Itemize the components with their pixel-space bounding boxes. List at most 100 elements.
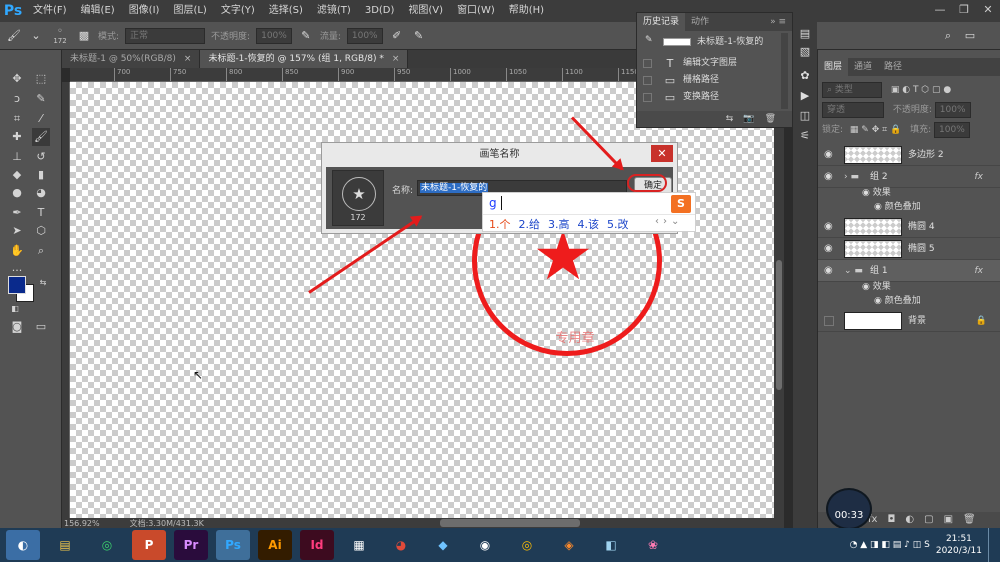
layer-group-row-selected[interactable]: ◉ ⌄ ▬ 组 1 fx xyxy=(818,260,1000,282)
delete-layer-icon[interactable]: 🗑 xyxy=(963,512,976,528)
move-tool-icon[interactable]: ✥ xyxy=(8,70,26,88)
clock[interactable]: 21:51 2020/3/11 xyxy=(936,533,982,557)
eye-icon[interactable]: ◉ xyxy=(824,238,833,260)
brush-preset-picker[interactable]: ◦ 172 xyxy=(50,26,70,45)
tab-channels[interactable]: 通道 xyxy=(848,58,878,76)
layer-row[interactable]: ◉ 椭圆 4 xyxy=(818,216,1000,238)
eye-icon[interactable]: ◉ xyxy=(862,188,873,198)
chevron-down-icon[interactable]: ⌄ xyxy=(28,28,44,44)
menu-window[interactable]: 窗口(W) xyxy=(450,0,502,22)
lock-icons[interactable]: ▦ ✎ ✥ ⌗ 🔒 xyxy=(850,125,901,135)
default-colors-icon[interactable]: ◧ xyxy=(6,300,24,318)
clone-stamp-tool-icon[interactable]: ⊥ xyxy=(8,148,26,166)
screen-mode-icon[interactable]: ▭ xyxy=(32,318,50,336)
app-icon[interactable]: ❀ xyxy=(636,530,670,560)
history-source-checkbox[interactable] xyxy=(643,93,652,102)
next-page-icon[interactable]: › xyxy=(663,216,667,227)
eye-icon[interactable]: ◉ xyxy=(824,260,833,282)
menu-image[interactable]: 图像(I) xyxy=(122,0,167,22)
menu-help[interactable]: 帮助(H) xyxy=(502,0,551,22)
effects-row[interactable]: ◉ 效果 xyxy=(862,186,891,200)
prev-page-icon[interactable]: ‹ xyxy=(655,216,659,227)
minimize-button[interactable]: — xyxy=(928,0,952,22)
pen-tool-icon[interactable]: ✒ xyxy=(8,204,26,222)
layer-opacity-input[interactable]: 100% xyxy=(934,102,971,118)
gradient-tool-icon[interactable]: ▮ xyxy=(32,166,50,184)
path-select-tool-icon[interactable]: ➤ xyxy=(8,222,26,240)
start-button-icon[interactable]: ◐ xyxy=(6,530,40,560)
swap-colors-icon[interactable]: ⇆ xyxy=(34,274,52,292)
eye-icon[interactable]: ◉ xyxy=(874,202,885,212)
history-item[interactable]: T 编辑文字图层 xyxy=(637,55,792,72)
quick-mask-icon[interactable]: ◙ xyxy=(8,318,26,336)
menu-layer[interactable]: 图层(L) xyxy=(166,0,213,22)
foreground-color-swatch[interactable] xyxy=(8,276,26,294)
menu-select[interactable]: 选择(S) xyxy=(262,0,310,22)
brush-panel-icon[interactable]: ✿ xyxy=(797,68,813,84)
add-mask-icon[interactable]: ◘ xyxy=(887,512,895,528)
history-brush-source-icon[interactable]: ✎ xyxy=(645,35,655,45)
blur-tool-icon[interactable]: ● xyxy=(8,184,26,202)
qq-icon[interactable]: ◉ xyxy=(468,530,502,560)
menu-type[interactable]: 文字(Y) xyxy=(214,0,262,22)
blend-mode-select[interactable]: 穿透 xyxy=(822,102,884,118)
indesign-icon[interactable]: Id xyxy=(300,530,334,560)
maximize-button[interactable]: ❐ xyxy=(952,0,976,22)
close-window-button[interactable]: ✕ xyxy=(976,0,1000,22)
actions-play-icon[interactable]: ▶ xyxy=(797,88,813,104)
new-snapshot-icon[interactable]: 📷 xyxy=(743,111,754,127)
doc-tab[interactable]: 未标题-1 @ 50%(RGB/8) × xyxy=(62,50,201,68)
explorer-icon[interactable]: ▤ xyxy=(48,530,82,560)
show-desktop-button[interactable] xyxy=(988,528,992,562)
lasso-tool-icon[interactable]: ↄ xyxy=(8,90,26,108)
tab-actions[interactable]: 动作 xyxy=(685,13,715,31)
horizontal-scroll-thumb[interactable] xyxy=(440,519,580,527)
new-document-from-state-icon[interactable]: ⇆ xyxy=(726,111,734,127)
quick-select-tool-icon[interactable]: ✎ xyxy=(32,90,50,108)
close-icon[interactable]: × xyxy=(184,54,192,64)
effects-row[interactable]: ◉ 效果 xyxy=(862,280,891,294)
hand-tool-icon[interactable]: ✋ xyxy=(8,242,26,260)
effect-row[interactable]: ◉ 颜色叠加 xyxy=(874,200,921,214)
menu-filter[interactable]: 滤镜(T) xyxy=(310,0,358,22)
eye-icon[interactable]: ◉ xyxy=(824,144,833,166)
vertical-scroll-thumb[interactable] xyxy=(776,260,782,390)
properties-icon[interactable]: ⚟ xyxy=(797,128,813,144)
app-icon[interactable]: ◆ xyxy=(426,530,460,560)
dodge-tool-icon[interactable]: ◕ xyxy=(32,184,50,202)
eye-icon[interactable]: ◉ xyxy=(824,166,833,188)
pressure-opacity-icon[interactable]: ✎ xyxy=(298,28,314,44)
tab-paths[interactable]: 路径 xyxy=(878,58,908,76)
tray-icons[interactable]: ◔ ▲ ◨ ◧ ▤ ♪ ◫ S xyxy=(850,540,930,550)
shape-tool-icon[interactable]: ⬡ xyxy=(32,222,50,240)
menu-3d[interactable]: 3D(D) xyxy=(358,0,402,22)
expand-icon[interactable]: ⌄ xyxy=(671,216,679,227)
color-panel-icon[interactable]: ▧ xyxy=(797,44,813,60)
zoom-level[interactable]: 156.92% xyxy=(62,519,100,528)
chrome-icon[interactable]: ◎ xyxy=(510,530,544,560)
ime-candidate[interactable]: 4.该 xyxy=(578,216,600,232)
layer-kind-filter[interactable]: ⌕ 类型 xyxy=(822,82,882,98)
snapshot-label[interactable]: 未标题-1-恢复的 xyxy=(697,34,763,47)
layer-row[interactable]: ◉ 椭圆 5 xyxy=(818,238,1000,260)
ime-candidate[interactable]: 3.高 xyxy=(548,216,570,232)
history-brush-tool-icon[interactable]: ↺ xyxy=(32,148,50,166)
pressure-size-icon[interactable]: ✎ xyxy=(411,28,427,44)
close-icon[interactable]: × xyxy=(392,54,400,64)
wechat-icon[interactable]: ◎ xyxy=(90,530,124,560)
healing-tool-icon[interactable]: ✚ xyxy=(8,128,26,146)
app-icon[interactable]: ◈ xyxy=(552,530,586,560)
illustrator-icon[interactable]: Ai xyxy=(258,530,292,560)
history-item[interactable]: ▭ 变换路径 xyxy=(637,89,792,106)
eye-icon[interactable]: ◉ xyxy=(824,216,833,238)
marquee-tool-icon[interactable]: ⬚ xyxy=(32,70,50,88)
history-panel-icon[interactable]: ▤ xyxy=(797,26,813,42)
eyedropper-tool-icon[interactable]: ⁄ xyxy=(32,110,50,128)
zoom-tool-icon[interactable]: ⌕ xyxy=(32,242,50,260)
tab-layers[interactable]: 图层 xyxy=(818,58,849,76)
ime-candidate[interactable]: 1.个 xyxy=(489,216,511,232)
dialog-close-button[interactable]: ✕ xyxy=(651,145,673,162)
premiere-icon[interactable]: Pr xyxy=(174,530,208,560)
eye-icon[interactable]: ◉ xyxy=(874,296,885,306)
opacity-input[interactable]: 100% xyxy=(256,27,292,44)
